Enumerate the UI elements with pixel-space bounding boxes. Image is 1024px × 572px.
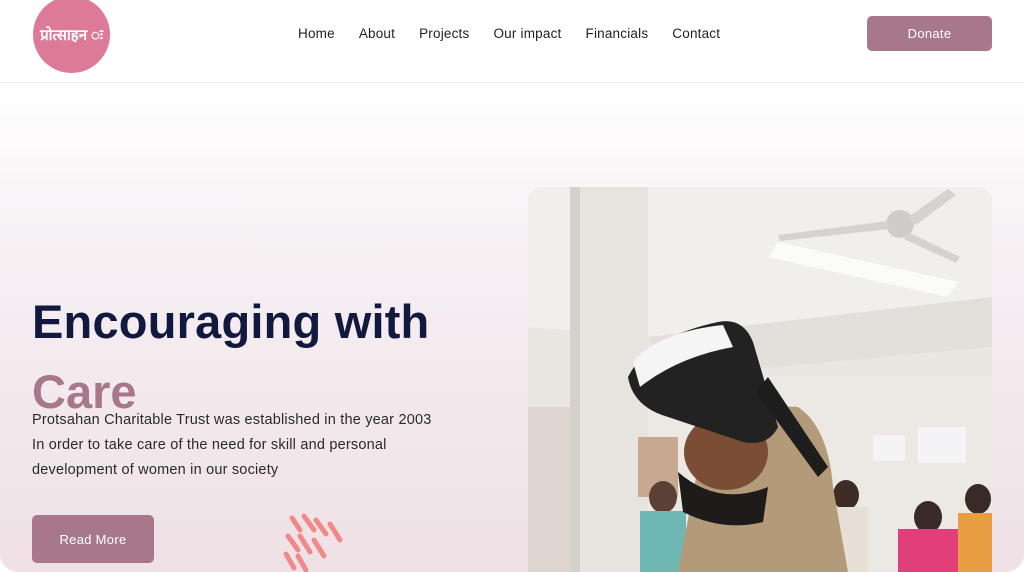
site-header: प्रोत्साहन ः Home About Projects Our imp…	[0, 0, 1024, 83]
nav-about[interactable]: About	[359, 26, 395, 42]
main-nav: Home About Projects Our impact Financial…	[298, 26, 744, 42]
hero-title: Encouraging with	[32, 295, 430, 348]
decorative-strokes-icon	[283, 513, 343, 572]
nav-our-impact[interactable]: Our impact	[493, 26, 561, 42]
nav-financials[interactable]: Financials	[586, 26, 649, 42]
hero-photo	[528, 187, 992, 572]
hero-description: Protsahan Charitable Trust was establish…	[32, 412, 432, 478]
nav-projects[interactable]: Projects	[419, 26, 469, 42]
brand-logo[interactable]: प्रोत्साहन ः	[33, 0, 110, 73]
logo-text: प्रोत्साहन ः	[40, 25, 103, 44]
vr-headset-photo	[528, 187, 992, 572]
donate-button[interactable]: Donate	[867, 16, 992, 51]
nav-home[interactable]: Home	[298, 26, 335, 42]
read-more-button[interactable]: Read More	[32, 515, 154, 563]
nav-contact[interactable]: Contact	[672, 26, 720, 42]
